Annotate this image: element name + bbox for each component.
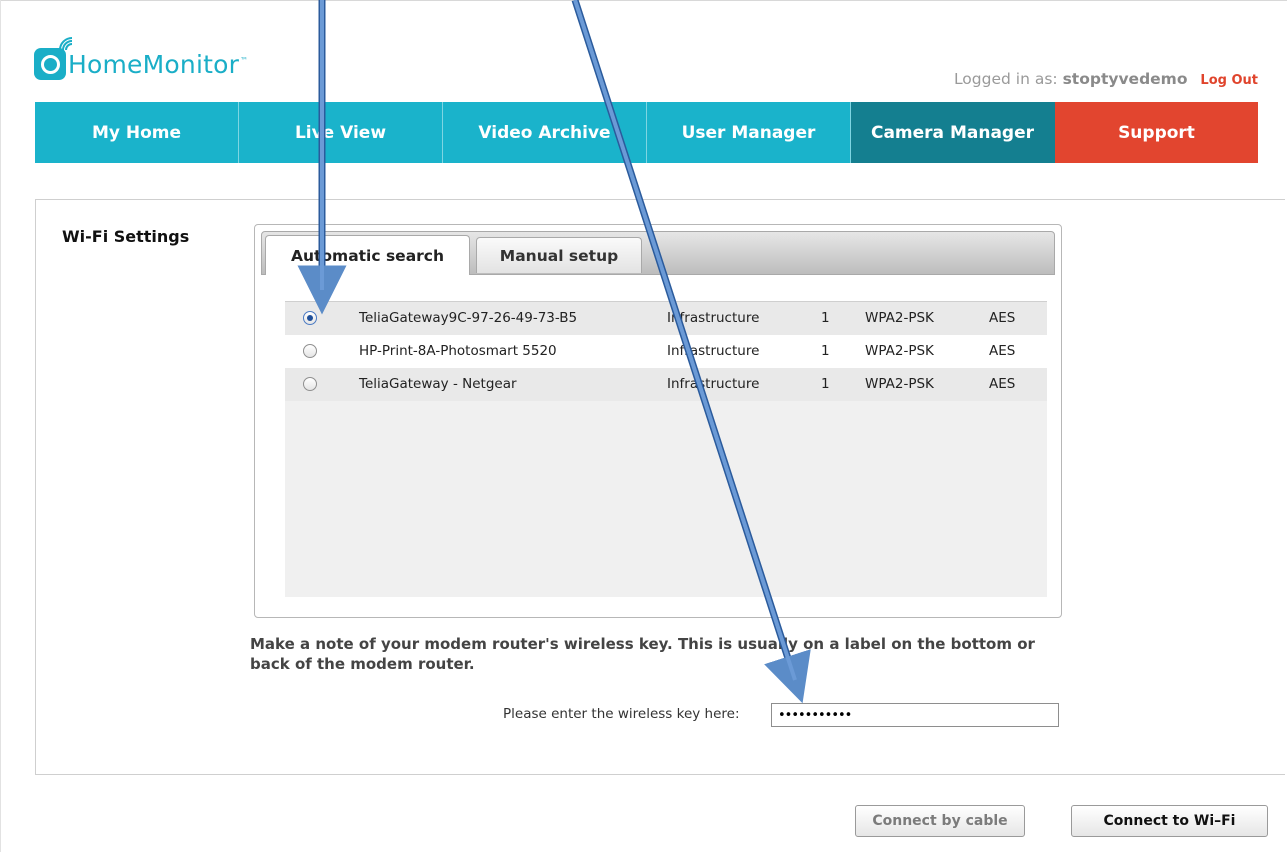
connect-to-wifi-button[interactable]: Connect to Wi–Fi <box>1071 805 1268 837</box>
section-title: Wi-Fi Settings <box>62 227 190 246</box>
network-mode: Infrastructure <box>667 310 760 326</box>
network-ssid: HP-Print-8A-Photosmart 5520 <box>359 343 557 359</box>
wireless-key-label: Please enter the wireless key here: <box>503 706 740 722</box>
login-status: Logged in as: stoptyvedemo Log Out <box>954 70 1258 88</box>
window-top-border <box>0 0 1287 1</box>
logo-trademark: ™ <box>240 55 249 65</box>
network-mode: Infrastructure <box>667 343 760 359</box>
main-nav: My Home Live View Video Archive User Man… <box>35 102 1258 163</box>
network-ssid: TeliaGateway - Netgear <box>359 376 517 392</box>
connect-by-cable-button[interactable]: Connect by cable <box>855 805 1025 837</box>
network-row[interactable]: TeliaGateway9C-97-26-49-73-B5 Infrastruc… <box>285 302 1047 335</box>
tab-manual-setup[interactable]: Manual setup <box>476 237 642 273</box>
network-cipher: AES <box>989 343 1016 359</box>
nav-tab-my-home[interactable]: My Home <box>35 102 239 163</box>
network-security: WPA2-PSK <box>865 376 934 392</box>
login-prefix: Logged in as: <box>953 70 1058 88</box>
network-cipher: AES <box>989 310 1016 326</box>
network-channel: 1 <box>821 376 830 392</box>
window-left-border <box>0 0 1 852</box>
nav-tab-video-archive[interactable]: Video Archive <box>443 102 647 163</box>
nav-tab-live-view[interactable]: Live View <box>239 102 443 163</box>
radio-unchecked-icon[interactable] <box>303 344 317 358</box>
wifi-logo-icon <box>59 37 73 51</box>
wireless-key-note: Make a note of your modem router's wirel… <box>250 635 1035 673</box>
network-list: TeliaGateway9C-97-26-49-73-B5 Infrastruc… <box>285 301 1047 597</box>
network-ssid: TeliaGateway9C-97-26-49-73-B5 <box>359 310 578 326</box>
tab-automatic-search[interactable]: Automatic search <box>265 235 470 275</box>
radio-unchecked-icon[interactable] <box>303 377 317 391</box>
network-mode: Infrastructure <box>667 376 760 392</box>
network-channel: 1 <box>821 343 830 359</box>
username: stoptyvedemo <box>1062 70 1188 88</box>
camera-logo-icon <box>34 37 73 80</box>
nav-tab-camera-manager[interactable]: Camera Manager <box>851 102 1055 163</box>
network-security: WPA2-PSK <box>865 343 934 359</box>
radio-checked-icon[interactable] <box>303 311 317 325</box>
nav-tab-user-manager[interactable]: User Manager <box>647 102 851 163</box>
logo-text: HomeMonitor <box>68 49 240 79</box>
wireless-key-input[interactable] <box>771 703 1059 727</box>
network-cipher: AES <box>989 376 1016 392</box>
logout-link[interactable]: Log Out <box>1200 73 1258 88</box>
network-tabbox: Automatic search Manual setup TeliaGatew… <box>254 224 1062 618</box>
nav-tab-support[interactable]: Support <box>1055 102 1258 163</box>
network-row[interactable]: HP-Print-8A-Photosmart 5520 Infrastructu… <box>285 335 1047 368</box>
homemonitor-logo[interactable]: HomeMonitor ™ <box>34 37 249 90</box>
network-security: WPA2-PSK <box>865 310 934 326</box>
network-channel: 1 <box>821 310 830 326</box>
network-row[interactable]: TeliaGateway - Netgear Infrastructure 1 … <box>285 368 1047 401</box>
